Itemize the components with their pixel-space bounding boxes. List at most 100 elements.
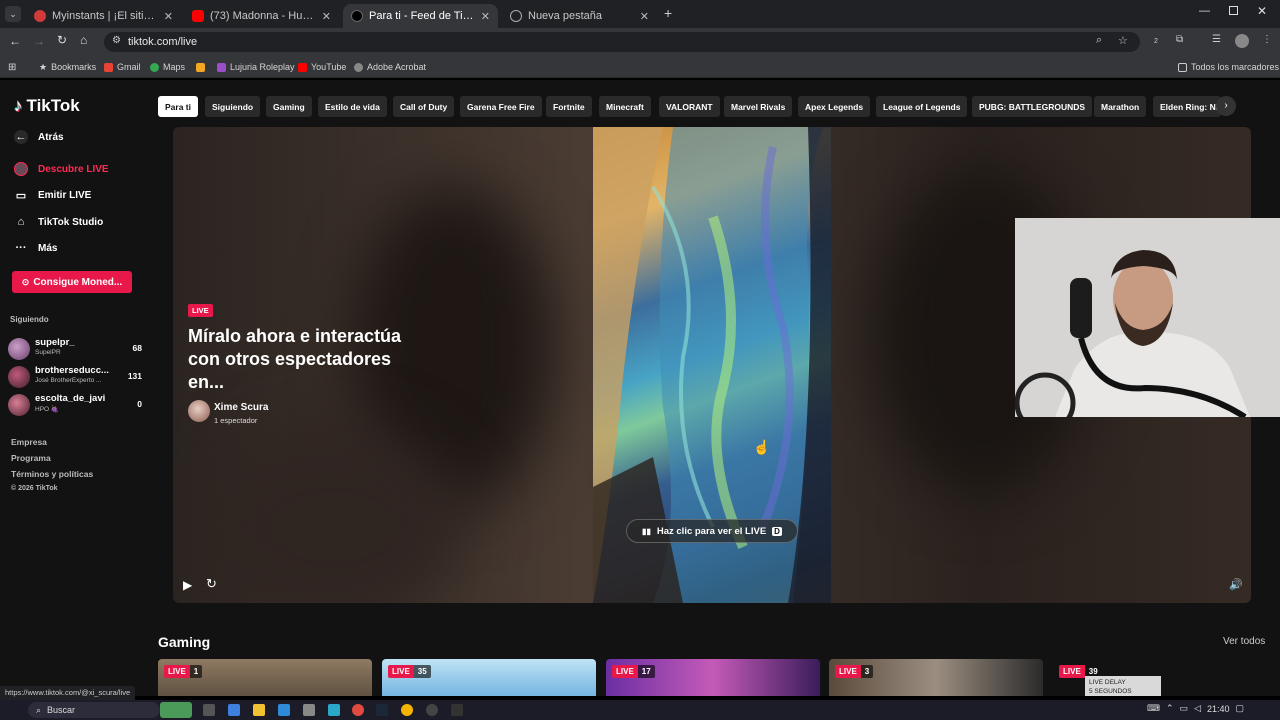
chip-siguiendo[interactable]: Siguiendo	[205, 96, 261, 117]
back-link[interactable]: ← Atrás	[14, 130, 64, 144]
start-search-box[interactable]: ⌕ Buscar	[28, 702, 160, 718]
footer-programa[interactable]: Programa	[11, 453, 51, 463]
zoom-icon[interactable]: ⌕	[1096, 34, 1102, 47]
host-name[interactable]: Xime Scura	[214, 402, 268, 413]
close-icon[interactable]: ✕	[481, 10, 490, 23]
chip-pubg[interactable]: PUBG: BATTLEGROUNDS	[972, 96, 1093, 117]
webcam-overlay	[1015, 218, 1280, 417]
tab-new-tab[interactable]: Nueva pestaña ✕	[502, 4, 657, 28]
play-icon[interactable]: ▶	[183, 578, 192, 592]
chip-minecraft[interactable]: Minecraft	[599, 96, 651, 117]
menu-icon[interactable]: ⋮	[1262, 34, 1272, 45]
footer-terminos[interactable]: Términos y políticas	[11, 469, 93, 479]
chip-para-ti[interactable]: Para ti	[158, 96, 198, 117]
apps-icon[interactable]: ⊞	[8, 56, 16, 78]
profile-avatar[interactable]	[1235, 34, 1249, 48]
volume-icon[interactable]: 🔊	[1229, 578, 1243, 591]
chrome-icon[interactable]	[352, 704, 364, 716]
chip-valorant[interactable]: VALORANT	[659, 96, 720, 117]
youtube-favicon-icon	[192, 10, 204, 22]
chip-gaming[interactable]: Gaming	[266, 96, 312, 117]
back-arrow-icon: ←	[14, 130, 28, 144]
live-card[interactable]: LIVE 39 LIVE DELAY 5 SEGUNDOS	[1053, 659, 1280, 696]
extensions-icon[interactable]: ⧉	[1176, 34, 1183, 45]
nav-emitir-live[interactable]: ▭ Emitir LIVE	[14, 188, 92, 202]
footer-copyright: © 2026 TikTok	[11, 485, 58, 492]
refresh-icon[interactable]: ↻	[206, 576, 217, 592]
steam-icon[interactable]	[376, 704, 388, 716]
live-card[interactable]: LIVE 3	[829, 659, 1043, 696]
minimize-button[interactable]: —	[1199, 5, 1210, 17]
chip-call-of-duty[interactable]: Call of Duty	[393, 96, 455, 117]
close-icon[interactable]: ✕	[640, 10, 649, 23]
extension-badge-icon[interactable]: 2	[1154, 38, 1158, 45]
store-icon[interactable]	[278, 704, 290, 716]
tab-youtube[interactable]: (73) Madonna - Hung Up (Offici ✕	[184, 4, 339, 28]
live-card[interactable]: LIVE 17	[606, 659, 820, 696]
file-explorer-icon[interactable]	[253, 704, 265, 716]
reload-icon[interactable]: ↻	[57, 33, 67, 47]
tab-tiktok-live[interactable]: Para ti - Feed de TikTok LIVE ✕	[343, 4, 498, 28]
tab-search-button[interactable]: ⌄	[5, 6, 21, 22]
copilot-icon[interactable]	[228, 704, 240, 716]
close-window-button[interactable]: ✕	[1257, 4, 1267, 18]
bookmark-unnamed[interactable]	[196, 56, 209, 78]
following-item[interactable]: supelpr_ SupelPR 68	[8, 337, 144, 361]
footer-empresa[interactable]: Empresa	[11, 437, 47, 447]
chip-fortnite[interactable]: Fortnite	[546, 96, 592, 117]
forward-icon[interactable]: →	[33, 34, 45, 48]
chevron-up-icon[interactable]: ⌃	[1166, 703, 1174, 714]
chip-league-of-legends[interactable]: League of Legends	[876, 96, 968, 117]
close-icon[interactable]: ✕	[164, 10, 173, 23]
star-icon[interactable]: ☆	[1118, 34, 1128, 47]
nav-mas[interactable]: ··· Más	[14, 241, 58, 255]
live-card[interactable]: LIVE 35	[382, 659, 596, 696]
address-bar[interactable]: ⚙ tiktok.com/live ⌕ ☆	[104, 32, 1140, 52]
chevron-right-icon[interactable]: ›	[1216, 96, 1236, 116]
speaker-icon[interactable]: ◁	[1194, 703, 1201, 714]
following-item[interactable]: brotherseducc... José BrotherExperto ...…	[8, 365, 144, 389]
get-coins-button[interactable]: ⊙ Consigue Moned...	[12, 271, 132, 293]
chip-marvel-rivals[interactable]: Marvel Rivals	[724, 96, 793, 117]
bookmark-maps[interactable]: Maps	[150, 56, 185, 78]
bookmark-youtube[interactable]: YouTube	[298, 56, 346, 78]
chip-free-fire[interactable]: Garena Free Fire	[460, 96, 542, 117]
app-icon[interactable]	[451, 704, 463, 716]
network-icon[interactable]: ▭	[1180, 703, 1189, 714]
task-view-icon[interactable]	[203, 704, 215, 716]
nav-tiktok-studio[interactable]: ⌂ TikTok Studio	[14, 215, 104, 229]
tiktok-logo[interactable]: ♪ TikTok	[14, 96, 80, 116]
widget-icon[interactable]	[160, 702, 192, 718]
host-avatar[interactable]	[188, 400, 210, 422]
media-control-icon[interactable]: ☰	[1212, 34, 1221, 45]
new-tab-button[interactable]: +	[664, 5, 672, 21]
chip-apex-legends[interactable]: Apex Legends	[798, 96, 871, 117]
chip-marathon[interactable]: Marathon	[1094, 96, 1147, 117]
edge-icon[interactable]	[328, 704, 340, 716]
tab-myinstants[interactable]: Myinstants | ¡El sitio web de bo ✕	[26, 4, 181, 28]
keyboard-icon[interactable]: ⌨	[1147, 703, 1160, 714]
live-card[interactable]: LIVE 1	[158, 659, 372, 696]
close-icon[interactable]: ✕	[322, 10, 331, 23]
home-icon[interactable]: ⌂	[80, 33, 87, 47]
bookmark-adobe[interactable]: Adobe Acrobat	[354, 56, 426, 78]
obs-icon[interactable]	[426, 704, 438, 716]
clock[interactable]: 21:40	[1207, 704, 1230, 714]
all-bookmarks[interactable]: Todos los marcadores	[1178, 56, 1279, 78]
notifications-icon[interactable]: ▢	[1236, 703, 1245, 714]
bookmark-gmail[interactable]: Gmail	[104, 56, 141, 78]
restore-button[interactable]	[1229, 6, 1238, 15]
back-icon[interactable]: ←	[9, 34, 21, 48]
chip-elden-ring[interactable]: Elden Ring: Ni	[1153, 96, 1221, 117]
camera-icon: ▭	[15, 189, 27, 202]
calculator-icon[interactable]	[303, 704, 315, 716]
nav-descubre-live[interactable]: Descubre LIVE	[14, 162, 109, 176]
following-item[interactable]: escolta_de_javi HPO 🍇 0	[8, 393, 144, 417]
bookmark-lujuria[interactable]: Lujuria Roleplay	[217, 56, 295, 78]
chip-estilo-de-vida[interactable]: Estilo de vida	[318, 96, 387, 117]
chrome-active-icon[interactable]	[401, 704, 413, 716]
see-all-link[interactable]: Ver todos	[1223, 636, 1265, 647]
watch-live-button[interactable]: ▮▮ Haz clic para ver el LIVE D	[626, 519, 798, 543]
bookmark-bookmarks[interactable]: ★ Bookmarks	[39, 56, 96, 78]
site-info-icon[interactable]: ⚙	[112, 35, 121, 46]
